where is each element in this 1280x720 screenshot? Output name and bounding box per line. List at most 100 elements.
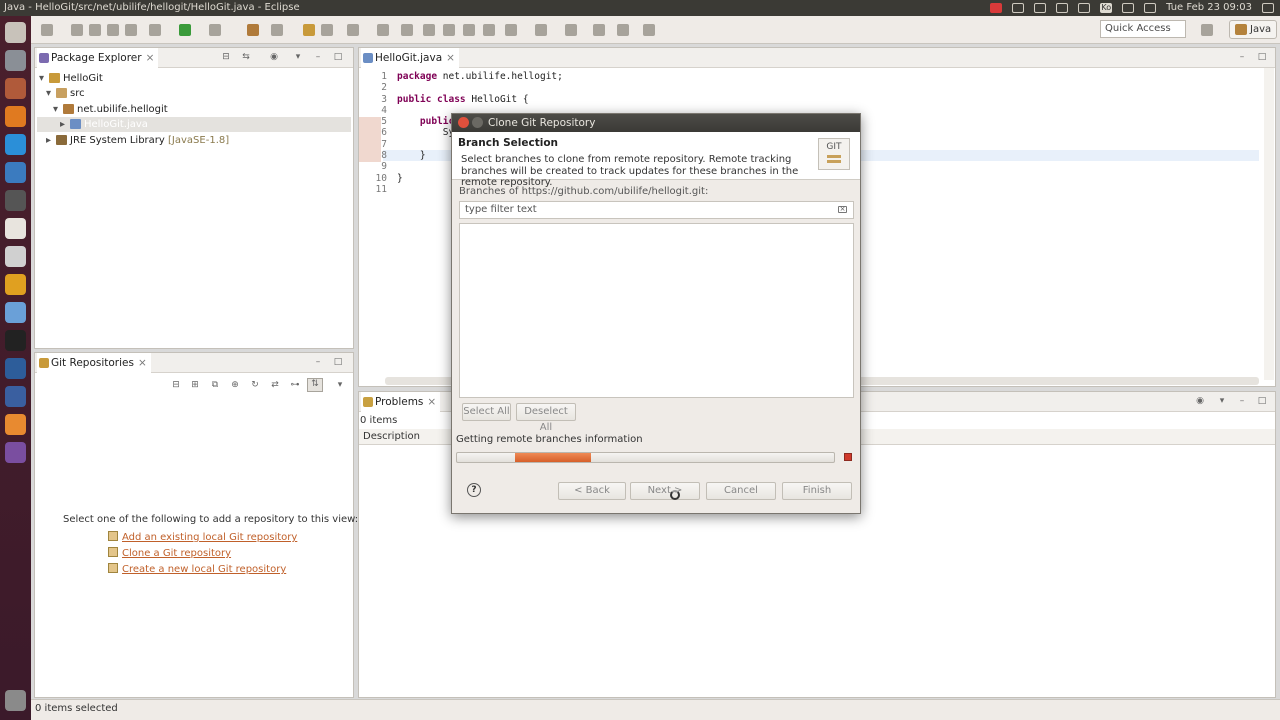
- dropbox-icon[interactable]: [1012, 3, 1025, 13]
- tree-item[interactable]: ▾ HelloGit: [39, 71, 103, 86]
- document-icon[interactable]: [5, 414, 26, 435]
- create-repository-icon[interactable]: ⊕: [230, 380, 240, 390]
- java-perspective-button[interactable]: Java: [1229, 20, 1277, 39]
- code-line[interactable]: 2: [363, 82, 563, 93]
- code-line[interactable]: 1 package net.ubilife.hellogit;: [363, 71, 563, 82]
- clear-filter-icon[interactable]: ×: [838, 206, 847, 213]
- tree-item[interactable]: ▾ net.ubilife.hellogit: [53, 102, 168, 117]
- battery-icon[interactable]: [1122, 3, 1135, 13]
- copy-icon[interactable]: [125, 24, 137, 36]
- update-icon[interactable]: [990, 3, 1003, 13]
- link-with-selection-icon[interactable]: ⇅: [307, 378, 323, 392]
- maximize-icon[interactable]: □: [333, 357, 343, 367]
- maximize-icon[interactable]: □: [333, 52, 343, 62]
- refresh-icon[interactable]: ↻: [250, 380, 260, 390]
- select-all-button[interactable]: Select All: [462, 403, 511, 421]
- tab-package-explorer[interactable]: Package Explorer ×: [37, 48, 159, 68]
- link-icon[interactable]: ⇄: [270, 380, 280, 390]
- keyboard-layout-indicator[interactable]: Ko: [1100, 3, 1113, 13]
- firefox-icon[interactable]: [5, 106, 26, 127]
- app-icon[interactable]: [5, 190, 26, 211]
- expand-toggle-icon[interactable]: ▾: [53, 102, 63, 117]
- collapse-icon[interactable]: ⊟: [171, 380, 181, 390]
- next-annotation-icon[interactable]: [505, 24, 517, 36]
- view-menu-icon[interactable]: ▾: [1217, 396, 1227, 406]
- skype-icon[interactable]: [5, 134, 26, 155]
- debug-icon[interactable]: [149, 24, 161, 36]
- block-selection-icon[interactable]: [423, 24, 435, 36]
- prev-annotation-icon[interactable]: [535, 24, 547, 36]
- dialog-close-icon[interactable]: [458, 117, 469, 128]
- new-java-project-icon[interactable]: [247, 24, 259, 36]
- view-menu-icon[interactable]: ▾: [335, 380, 345, 390]
- code-line[interactable]: 3 public class HelloGit {: [363, 94, 563, 105]
- tree-item[interactable]: ▾ src: [46, 86, 85, 101]
- minimize-icon[interactable]: –: [1237, 396, 1247, 406]
- clock[interactable]: Tue Feb 23 09:03: [1166, 0, 1252, 16]
- search-icon[interactable]: [347, 24, 359, 36]
- maximize-icon[interactable]: □: [1257, 396, 1267, 406]
- link-editor-icon[interactable]: ⇆: [241, 52, 251, 62]
- branch-filter-input[interactable]: type filter text ×: [459, 201, 854, 219]
- maximize-icon[interactable]: □: [1257, 52, 1267, 62]
- dialog-minimize-icon[interactable]: [472, 117, 483, 128]
- quick-access-input[interactable]: Quick Access: [1100, 20, 1186, 38]
- collapse-all-icon[interactable]: ⊟: [221, 52, 231, 62]
- expand-toggle-icon[interactable]: ▾: [39, 71, 49, 86]
- history-icon[interactable]: [643, 24, 655, 36]
- cancel-button[interactable]: Cancel: [706, 482, 776, 500]
- finish-button[interactable]: Finish: [782, 482, 852, 500]
- format-icon[interactable]: [463, 24, 475, 36]
- annotation-icon[interactable]: [377, 24, 389, 36]
- close-icon[interactable]: ×: [146, 52, 155, 64]
- tab-git-repositories[interactable]: Git Repositories ×: [37, 353, 151, 373]
- create-repository-link[interactable]: Create a new local Git repository: [108, 563, 286, 577]
- eclipse-icon[interactable]: [5, 162, 26, 183]
- close-icon[interactable]: ×: [446, 52, 455, 64]
- open-type-icon[interactable]: [303, 24, 315, 36]
- branch-list[interactable]: [459, 223, 854, 398]
- new-package-icon[interactable]: [271, 24, 283, 36]
- workspaces-switcher-icon[interactable]: [5, 442, 26, 463]
- tab-problems[interactable]: Problems ×: [361, 392, 441, 412]
- minimize-icon[interactable]: –: [313, 357, 323, 367]
- new-icon[interactable]: [41, 24, 53, 36]
- save-icon[interactable]: [71, 24, 83, 36]
- deselect-all-button[interactable]: Deselect All: [516, 403, 576, 433]
- overview-ruler[interactable]: [1264, 68, 1274, 380]
- trash-icon[interactable]: [5, 690, 26, 711]
- close-icon[interactable]: ×: [427, 396, 436, 408]
- open-perspective-icon[interactable]: [1201, 24, 1213, 36]
- toggle-mark-icon[interactable]: [401, 24, 413, 36]
- print-icon[interactable]: [107, 24, 119, 36]
- power-gear-icon[interactable]: [1262, 3, 1274, 13]
- terminal-icon[interactable]: [5, 330, 26, 351]
- save-all-icon[interactable]: [89, 24, 101, 36]
- software-center-icon[interactable]: [5, 78, 26, 99]
- wifi-icon[interactable]: [1034, 3, 1047, 13]
- dash-icon[interactable]: [5, 22, 26, 43]
- next-button[interactable]: Next >: [630, 482, 700, 500]
- focus-icon[interactable]: ◉: [1195, 396, 1205, 406]
- settings-icon[interactable]: [5, 246, 26, 267]
- tree-item[interactable]: ▸ HelloGit.java: [37, 117, 351, 133]
- clone-repository-link[interactable]: Clone a Git repository: [108, 547, 231, 561]
- forward-icon[interactable]: [617, 24, 629, 36]
- back-button[interactable]: < Back: [558, 482, 626, 500]
- word-wrap-icon[interactable]: [483, 24, 495, 36]
- close-icon[interactable]: ×: [138, 357, 147, 369]
- expand-toggle-icon[interactable]: ▾: [46, 86, 56, 101]
- view-menu-icon[interactable]: ▾: [293, 52, 303, 62]
- add-repository-icon[interactable]: ⊞: [190, 380, 200, 390]
- tab-hellogit-java[interactable]: HelloGit.java ×: [361, 48, 459, 68]
- bluetooth-icon[interactable]: [1056, 3, 1069, 13]
- clone-repository-icon[interactable]: ⧉: [210, 380, 220, 390]
- mail-icon[interactable]: [1078, 3, 1091, 13]
- volume-icon[interactable]: [1144, 3, 1157, 13]
- virtualbox-icon[interactable]: [5, 302, 26, 323]
- add-existing-repository-link[interactable]: Add an existing local Git repository: [108, 531, 297, 545]
- expand-toggle-icon[interactable]: ▸: [46, 133, 56, 148]
- last-edit-icon[interactable]: [565, 24, 577, 36]
- tree-item[interactable]: ▸ JRE System Library [JavaSE-1.8]: [46, 133, 229, 148]
- terminal-drive-icon[interactable]: [5, 218, 26, 239]
